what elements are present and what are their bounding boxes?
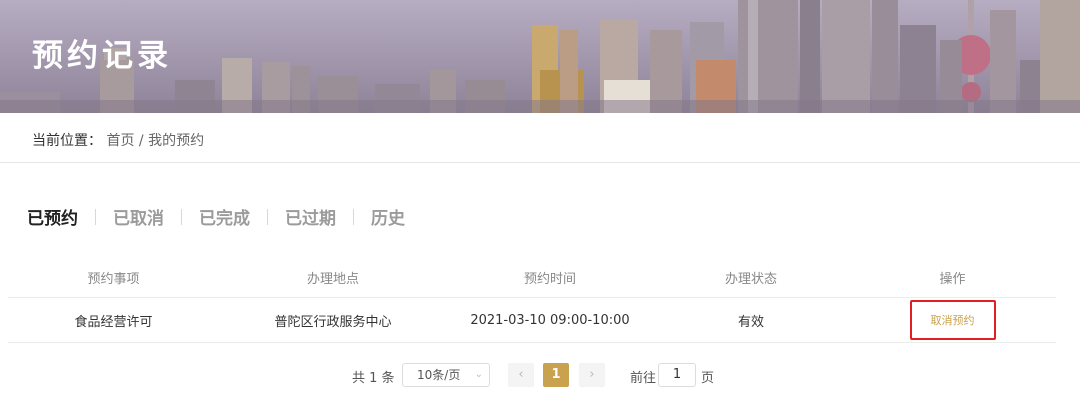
cell-time: 2021-03-10 09:00-10:00 — [470, 312, 630, 328]
pagination-total: 共 1 条 — [352, 371, 395, 386]
column-header-location: 办理地点 — [306, 272, 359, 287]
column-header-status: 办理状态 — [724, 272, 777, 287]
page-size-select[interactable]: 10条/页 ⌄ — [402, 363, 490, 387]
tab-expired[interactable]: 已过期 — [285, 204, 336, 229]
divider — [0, 162, 1080, 163]
goto-label: 前往 — [630, 371, 657, 386]
pagination: 共 1 条 10条/页 ⌄ ‹ 1 › 前往 1 页 — [0, 363, 1080, 387]
page-suffix: 页 — [701, 371, 715, 386]
breadcrumb: 当前位置： 首页 / 我的预约 — [32, 130, 204, 150]
cancel-appointment-button[interactable]: 取消预约 — [909, 300, 996, 340]
tab-booked[interactable]: 已预约 — [27, 204, 78, 229]
page-number-current[interactable]: 1 — [543, 363, 569, 387]
page-title: 预约记录 — [32, 38, 172, 74]
tab-divider — [353, 208, 354, 225]
cell-status: 有效 — [737, 314, 764, 330]
cell-location: 普陀区行政服务中心 — [274, 314, 392, 330]
page-size-value: 10条/页 — [417, 368, 461, 382]
chevron-right-icon: › — [589, 367, 595, 382]
status-tabs: 已预约 已取消 已完成 已过期 历史 — [27, 204, 405, 229]
breadcrumb-separator: / — [138, 133, 144, 149]
next-page-button[interactable]: › — [579, 363, 605, 387]
table-row: 食品经营许可 普陀区行政服务中心 2021-03-10 09:00-10:00 … — [8, 298, 1056, 343]
table-header: 预约事项 办理地点 预约时间 办理状态 操作 — [8, 258, 1056, 298]
chevron-down-icon: ⌄ — [474, 369, 483, 380]
tab-completed[interactable]: 已完成 — [199, 204, 250, 229]
breadcrumb-home-link[interactable]: 首页 — [106, 133, 134, 149]
goto-page-input[interactable]: 1 — [658, 363, 696, 387]
breadcrumb-label: 当前位置： — [32, 133, 102, 149]
tab-divider — [181, 208, 182, 225]
header-banner: 预约记录 — [0, 0, 1080, 113]
prev-page-button[interactable]: ‹ — [508, 363, 534, 387]
column-header-item: 预约事项 — [87, 272, 140, 287]
cell-item: 食品经营许可 — [74, 314, 153, 330]
tab-cancelled[interactable]: 已取消 — [113, 204, 164, 229]
chevron-left-icon: ‹ — [518, 367, 524, 382]
appointment-table: 预约事项 办理地点 预约时间 办理状态 操作 食品经营许可 普陀区行政服务中心 … — [8, 258, 1056, 343]
tab-history[interactable]: 历史 — [371, 204, 405, 229]
breadcrumb-current: 我的预约 — [148, 133, 205, 149]
tab-divider — [95, 208, 96, 225]
cell-action: 取消预约 — [849, 300, 1056, 340]
tab-divider — [267, 208, 268, 225]
column-header-time: 预约时间 — [523, 272, 576, 287]
column-header-action: 操作 — [939, 272, 966, 287]
